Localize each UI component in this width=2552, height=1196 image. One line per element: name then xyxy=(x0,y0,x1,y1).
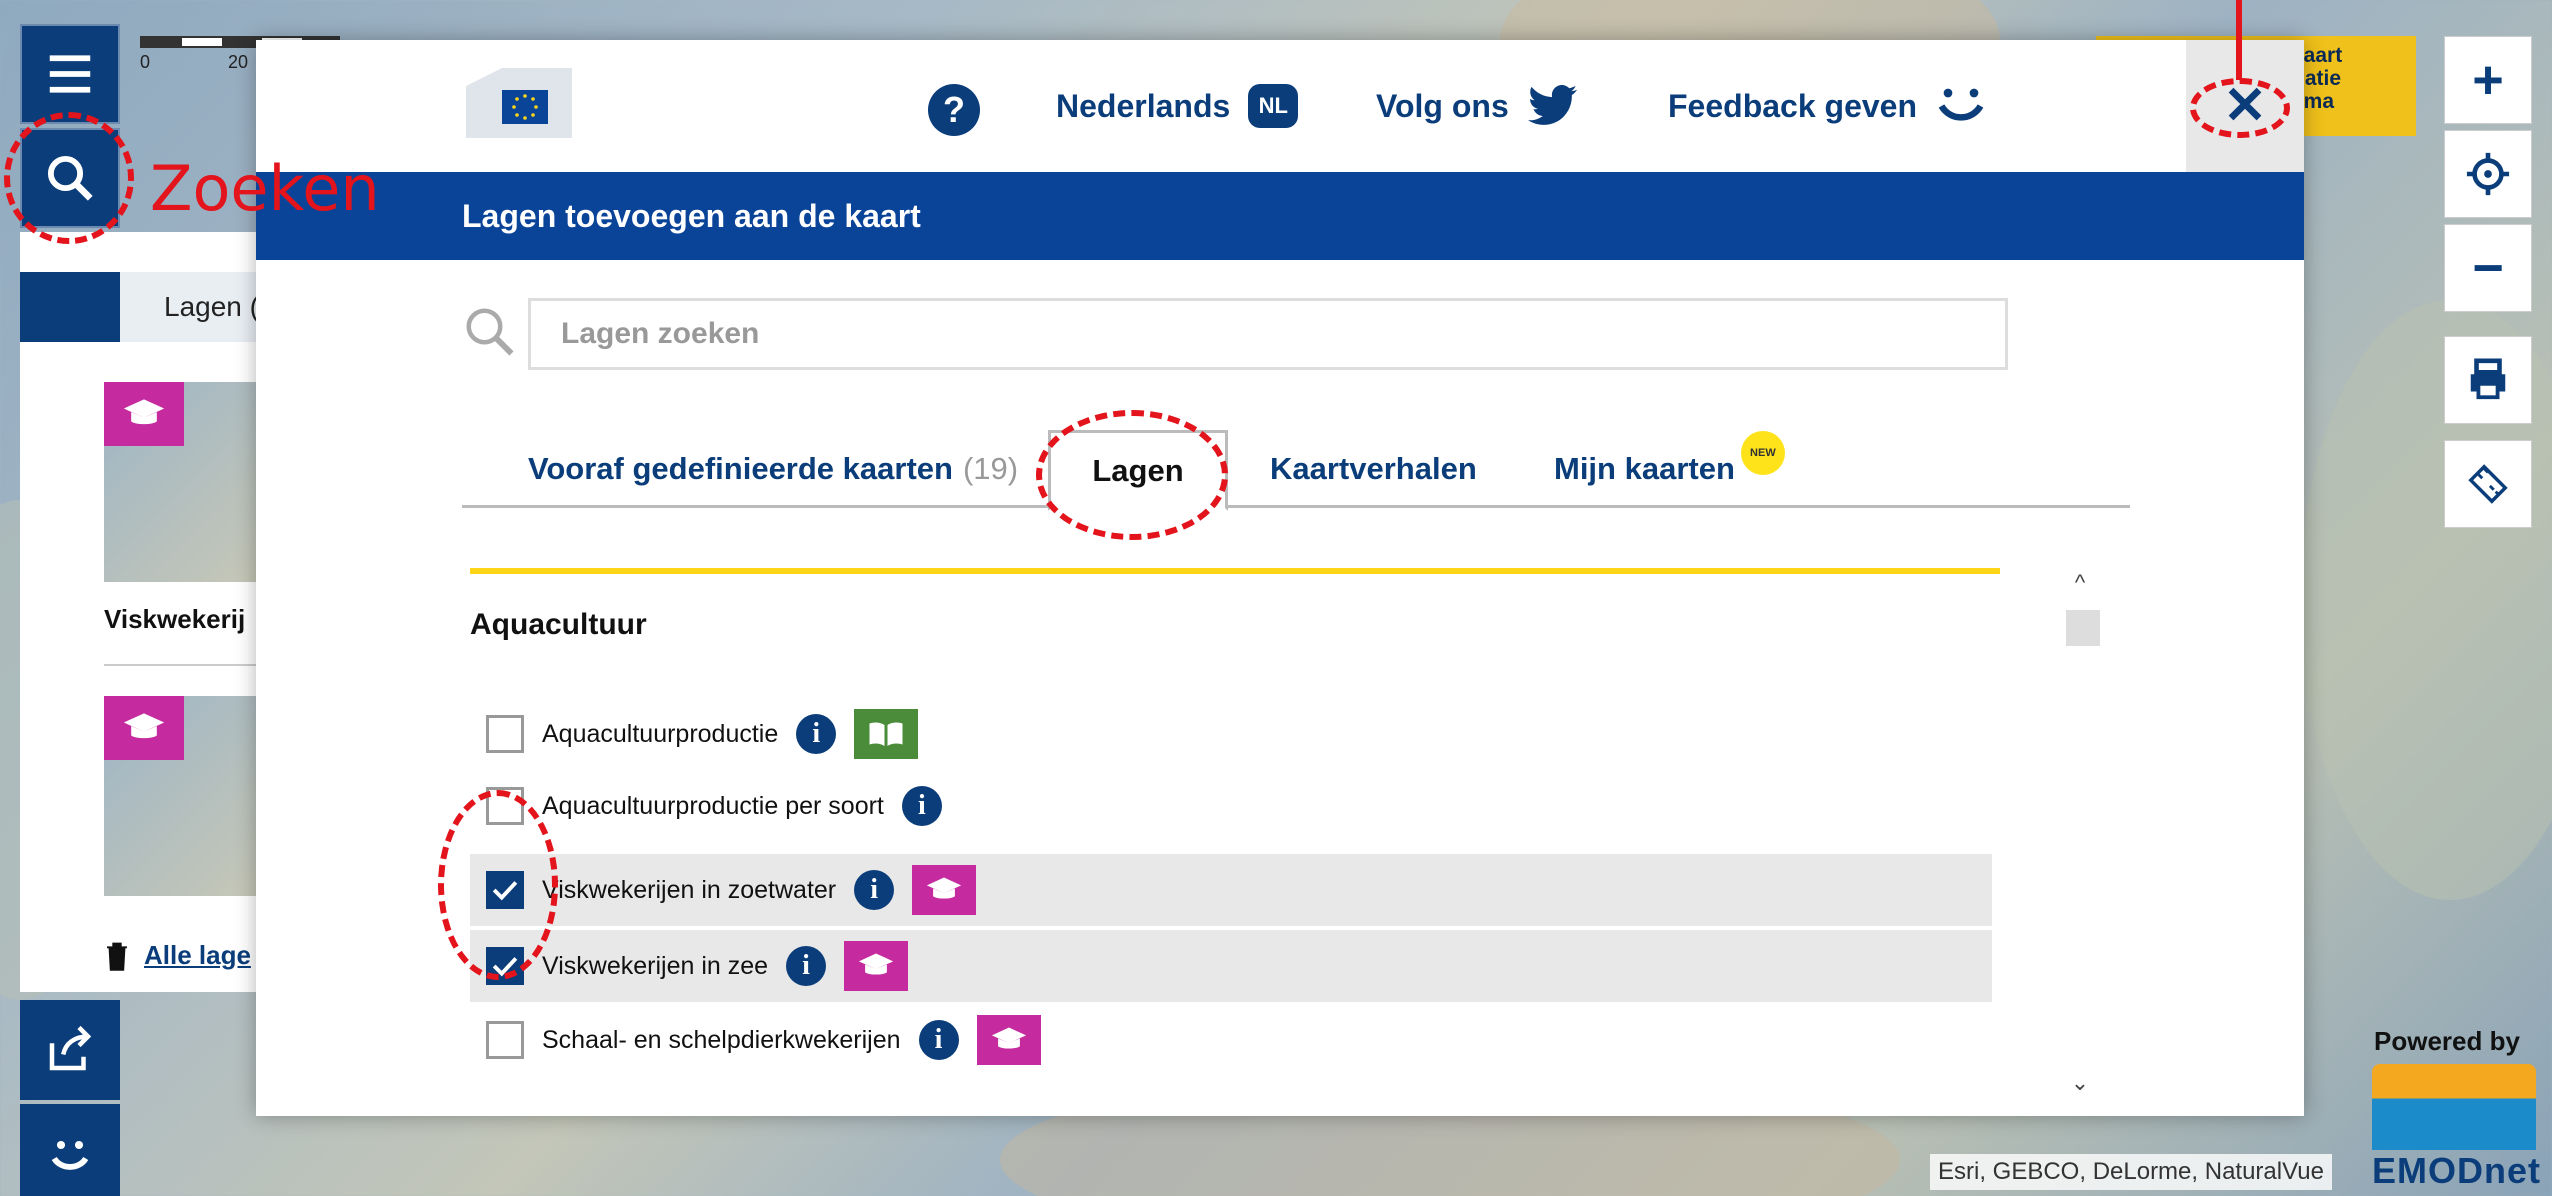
list-item[interactable]: Viskwekerijen in zoetwater i xyxy=(470,854,1992,926)
scrollbar-thumb[interactable] xyxy=(2066,610,2100,646)
crosshair-icon xyxy=(2466,152,2510,196)
graduation-cap-icon[interactable] xyxy=(912,865,977,915)
print-button[interactable] xyxy=(2444,336,2532,424)
new-badge: NEW xyxy=(1740,431,1785,475)
selected-layers-panel: Lagen (2 Viskwekerij Alle lage xyxy=(20,232,280,992)
layer-list: Aquacultuur Aquacultuurproductie i Aquac… xyxy=(470,568,2000,1108)
feedback-button[interactable] xyxy=(20,1104,120,1196)
graduation-cap-icon xyxy=(104,696,184,760)
search-icon xyxy=(466,308,514,356)
eu-commission-logo xyxy=(466,68,572,138)
dialog-header: ? Nederlands NL Volg ons Feedback geven … xyxy=(256,40,2304,172)
ruler-icon xyxy=(2468,464,2508,504)
feedback-link[interactable]: Feedback geven xyxy=(1668,84,1987,128)
annotation-arrow-line xyxy=(2236,0,2242,80)
chevron-down-icon[interactable]: ⌄ xyxy=(2066,1070,2094,1098)
scale-label: 0 xyxy=(140,52,151,72)
layer-label: Schaal- en schelpdierkwekerijen xyxy=(542,1025,901,1054)
tab-count: (19) xyxy=(962,451,1019,486)
tab-predefined-maps[interactable]: Vooraf gedefinieerde kaarten (19) xyxy=(528,430,1018,508)
layer-label: Viskwekerijen in zoetwater xyxy=(542,875,837,904)
measure-button[interactable] xyxy=(2444,440,2532,528)
chevron-up-icon[interactable]: ^ xyxy=(2066,570,2094,598)
layer-tabs: Vooraf gedefinieerde kaarten (19) Lagen … xyxy=(462,430,2130,511)
powered-by-label: Powered by xyxy=(2374,1026,2520,1056)
tab-label: Mijn kaarten xyxy=(1554,451,1735,486)
section-title: Aquacultuur xyxy=(470,608,647,641)
follow-label: Volg ons xyxy=(1376,87,1509,124)
map-attribution: Esri, GEBCO, DeLorme, NaturalVue xyxy=(1930,1154,2332,1190)
annotation-label: Zoeken xyxy=(150,152,380,225)
info-icon[interactable]: i xyxy=(854,870,895,910)
search-input[interactable] xyxy=(528,298,2008,370)
layer-checkbox[interactable] xyxy=(486,715,524,753)
remove-all-layers-link[interactable]: Alle lage xyxy=(104,940,280,971)
info-line: natie xyxy=(2292,67,2342,91)
info-line: kaart xyxy=(2292,44,2343,67)
share-icon xyxy=(49,1025,92,1071)
graduation-cap-icon xyxy=(104,382,184,446)
annotation-circle-tab xyxy=(1036,410,1228,540)
tab-map-stories[interactable]: Kaartverhalen xyxy=(1270,430,1477,508)
menu-button[interactable] xyxy=(20,24,120,124)
remove-all-label: Alle lage xyxy=(144,940,251,970)
layer-label: Aquacultuurproductie xyxy=(542,719,779,748)
info-icon[interactable]: i xyxy=(786,946,827,986)
language-label: Nederlands xyxy=(1056,87,1231,124)
locate-button[interactable] xyxy=(2444,130,2532,218)
list-item[interactable]: Viskwekerijen in zee i xyxy=(470,930,1992,1002)
list-item[interactable]: Aquacultuurproductie per soort i xyxy=(470,770,1992,842)
trash-icon xyxy=(107,942,127,971)
graduation-cap-icon[interactable] xyxy=(976,1015,1041,1065)
help-link[interactable]: ? xyxy=(928,84,980,136)
emodnet-logo xyxy=(2372,1064,2536,1150)
annotation-circle-close xyxy=(2190,78,2290,138)
info-icon[interactable]: i xyxy=(901,786,942,826)
annotation-circle-search xyxy=(4,112,134,244)
annotation-circle-checkboxes xyxy=(438,790,558,980)
smile-icon xyxy=(1938,88,1984,121)
book-icon[interactable] xyxy=(854,709,919,759)
question-icon: ? xyxy=(928,84,980,136)
tab-label: Vooraf gedefinieerde kaarten xyxy=(528,451,953,486)
add-layers-dialog: ? Nederlands NL Volg ons Feedback geven … xyxy=(256,40,2304,1116)
divider xyxy=(104,664,280,666)
list-item[interactable]: Schaal- en schelpdierkwekerijen i xyxy=(470,1004,1992,1076)
language-badge: NL xyxy=(1248,84,1299,128)
tab-my-maps[interactable]: Mijn kaarten NEW xyxy=(1554,430,1785,508)
layer-label: Aquacultuurproductie per soort xyxy=(542,791,884,820)
info-line: ema xyxy=(2292,90,2335,114)
plus-icon: + xyxy=(2472,50,2504,110)
printer-icon xyxy=(2470,358,2506,400)
hamburger-icon xyxy=(49,55,91,93)
share-button[interactable] xyxy=(20,1000,120,1100)
dialog-title: Lagen toevoegen aan de kaart xyxy=(256,172,2304,260)
twitter-icon xyxy=(1527,84,1577,125)
info-icon[interactable]: i xyxy=(918,1020,959,1060)
follow-us-link[interactable]: Volg ons xyxy=(1376,84,1579,128)
feedback-label: Feedback geven xyxy=(1668,87,1917,124)
smile-icon xyxy=(51,1140,89,1170)
minus-icon: − xyxy=(2472,238,2504,298)
list-item[interactable]: Aquacultuurproductie i xyxy=(470,698,1992,770)
language-selector[interactable]: Nederlands NL xyxy=(1056,84,1299,128)
graduation-cap-icon[interactable] xyxy=(844,941,909,991)
layer-title: Viskwekerij xyxy=(104,604,246,634)
scrollbar[interactable]: ^ ⌄ xyxy=(2062,570,2100,1106)
emodnet-wordmark: EMODnet xyxy=(2372,1150,2541,1191)
panel-tab-dark[interactable] xyxy=(20,272,120,342)
zoom-out-button[interactable]: − xyxy=(2444,224,2532,312)
info-icon[interactable]: i xyxy=(796,714,837,754)
layer-label: Viskwekerijen in zee xyxy=(542,951,769,980)
tab-label: Kaartverhalen xyxy=(1270,451,1477,486)
zoom-in-button[interactable]: + xyxy=(2444,36,2532,124)
scale-label: 20 xyxy=(228,52,249,72)
section-divider xyxy=(470,568,2000,574)
layer-checkbox[interactable] xyxy=(486,1021,524,1059)
